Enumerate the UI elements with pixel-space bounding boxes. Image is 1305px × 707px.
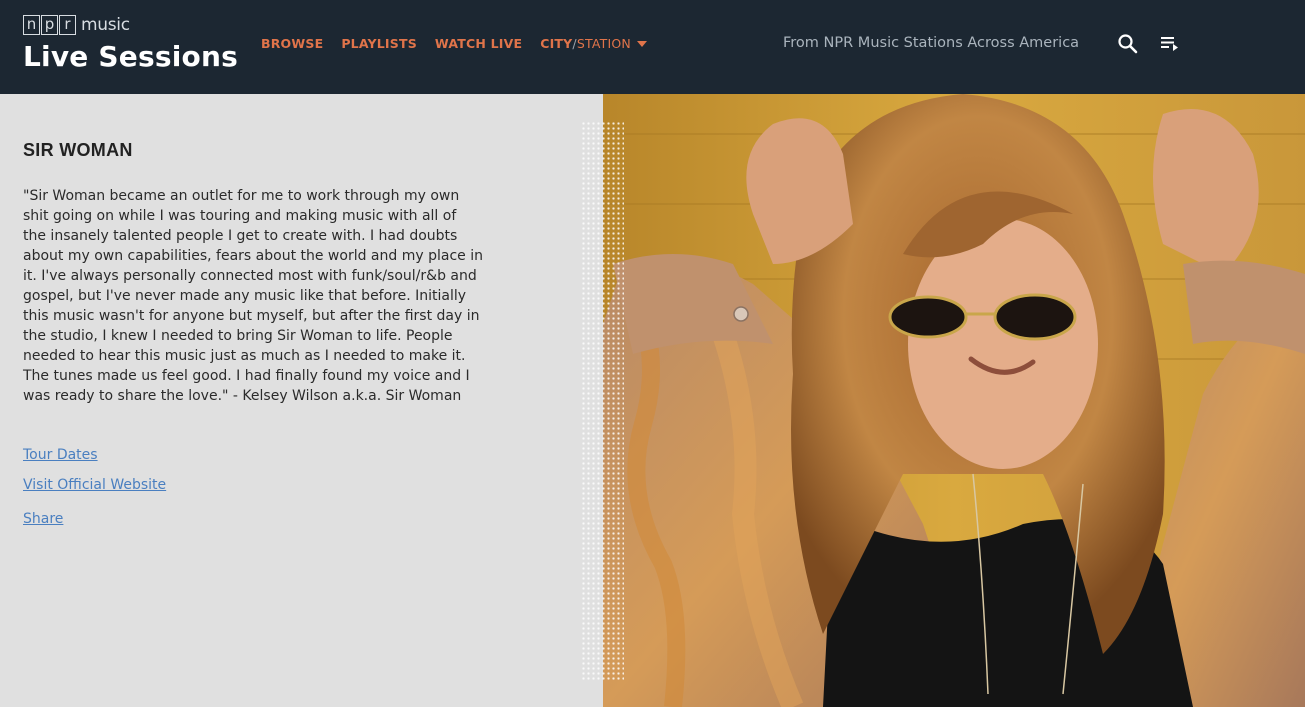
artist-name-heading: SIR WOMAN [23, 140, 133, 160]
npr-logo-mark: n p r [23, 15, 77, 35]
nav-playlists[interactable]: PLAYLISTS [341, 36, 417, 51]
nav-city-station-dropdown[interactable]: CITY/STATION [540, 36, 647, 51]
artist-bio: "Sir Woman became an outlet for me to wo… [23, 188, 483, 404]
tour-dates-link[interactable]: Tour Dates [23, 447, 98, 463]
dot-pattern-decoration [581, 121, 624, 681]
playlist-menu-icon[interactable] [1160, 36, 1180, 52]
share-link[interactable]: Share [23, 511, 63, 527]
music-wordmark: music [81, 15, 130, 35]
npr-letter-p: p [41, 15, 58, 35]
npr-letter-r: r [59, 15, 76, 35]
nav-city-label: CITY [540, 36, 573, 51]
search-icon[interactable] [1117, 33, 1139, 55]
main-nav: BROWSE PLAYLISTS WATCH LIVE CITY/STATION [261, 36, 647, 51]
artist-info-panel: SIR WOMAN "Sir Woman became an outlet fo… [0, 94, 603, 707]
site-title: Live Sessions [23, 40, 238, 73]
artist-photo [603, 94, 1305, 707]
npr-letter-n: n [23, 15, 40, 35]
header-tagline: From NPR Music Stations Across America [783, 35, 1080, 51]
site-header: n p r music Live Sessions BROWSE PLAYLIS… [0, 0, 1305, 94]
nav-station-label: STATION [576, 36, 631, 51]
npr-music-logo[interactable]: n p r music Live Sessions [23, 14, 238, 73]
nav-watch-live[interactable]: WATCH LIVE [435, 36, 522, 51]
official-website-link[interactable]: Visit Official Website [23, 477, 166, 493]
nav-browse[interactable]: BROWSE [261, 36, 323, 51]
chevron-down-icon [636, 40, 647, 47]
